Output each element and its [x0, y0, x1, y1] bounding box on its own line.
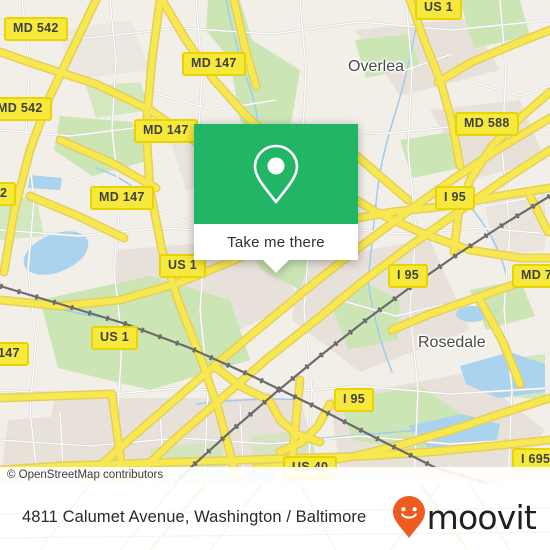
road-shield: 2 — [0, 182, 17, 206]
road-shield: US 1 — [91, 326, 138, 350]
moovit-logo[interactable]: moovit — [392, 495, 537, 539]
map-attribution: © OpenStreetMap contributors — [0, 467, 550, 484]
moovit-smiley-pin-icon — [392, 496, 425, 538]
location-pin-icon — [253, 144, 299, 204]
road-shield: US 1 — [415, 0, 462, 20]
screenshot-root: .rd-case { fill:none; stroke:#e4cf5c; st… — [0, 0, 550, 550]
road-shield: I 95 — [388, 264, 429, 288]
road-shield: I 95 — [435, 186, 476, 210]
road-shield: 147 — [0, 342, 29, 366]
take-me-there-label: Take me there — [227, 233, 325, 251]
road-shield: MD 542 — [0, 97, 52, 121]
road-shield: MD 147 — [134, 119, 198, 143]
footer-address-text: 4811 Calumet Avenue, Washington / Baltim… — [22, 507, 367, 526]
road-shield: MD 147 — [182, 52, 246, 76]
map-canvas[interactable]: .rd-case { fill:none; stroke:#e4cf5c; st… — [0, 0, 550, 484]
place-label-overlea: Overlea — [348, 58, 405, 75]
callout-icon-area — [194, 124, 358, 224]
take-me-there-button[interactable]: Take me there — [194, 224, 358, 260]
place-label-rosedale: Rosedale — [418, 334, 486, 351]
footer-bar: 4811 Calumet Avenue, Washington / Baltim… — [0, 484, 550, 550]
road-shield: MD 588 — [455, 112, 519, 136]
callout-pointer — [263, 260, 289, 273]
road-shield: MD 7 — [512, 264, 550, 288]
road-shield: MD 542 — [4, 17, 68, 41]
moovit-wordmark: moovit — [426, 497, 537, 537]
road-shield: MD 147 — [90, 186, 154, 210]
road-shield: I 95 — [334, 388, 375, 412]
location-callout-card[interactable]: Take me there — [194, 124, 358, 273]
